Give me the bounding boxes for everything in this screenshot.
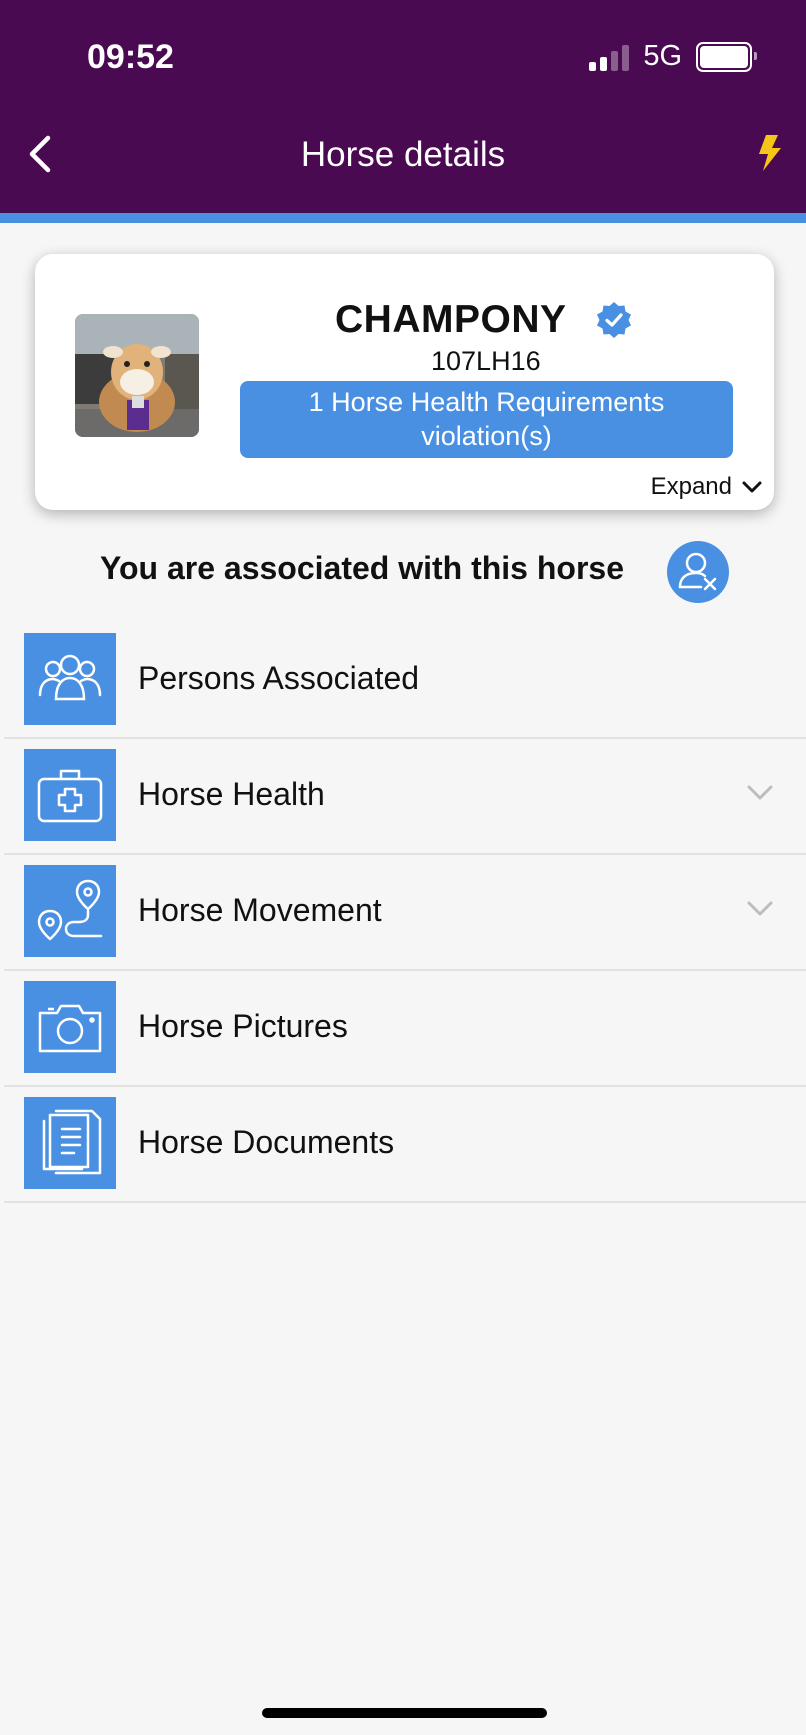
- horse-id: 107LH16: [431, 346, 541, 376]
- horse-photo[interactable]: [75, 314, 199, 437]
- menu-item-label: Horse Pictures: [138, 1008, 348, 1044]
- menu-item-horse-pictures[interactable]: Horse Pictures: [4, 971, 806, 1087]
- menu-item-horse-health[interactable]: Horse Health: [4, 739, 806, 855]
- header-accent-strip: [0, 213, 806, 223]
- horse-menu: Persons Associated Horse Health Horse Mo…: [4, 623, 806, 1203]
- battery-icon: [696, 41, 757, 72]
- top-bar: 09:52 5G Horse details: [0, 0, 806, 213]
- status-time: 09:52: [87, 38, 174, 76]
- horse-name: CHAMPONY: [335, 298, 567, 341]
- chevron-down-icon: [747, 901, 773, 916]
- group-people-icon: [24, 633, 116, 725]
- menu-item-horse-documents[interactable]: Horse Documents: [4, 1087, 806, 1203]
- violation-text-line1: 1 Horse Health Requirements: [308, 387, 665, 417]
- menu-item-label: Horse Health: [138, 776, 325, 812]
- lightning-icon: [759, 135, 781, 171]
- menu-item-horse-movement[interactable]: Horse Movement: [4, 855, 806, 971]
- expand-label: Expand: [650, 473, 732, 500]
- association-status: You are associated with this horse: [100, 550, 624, 586]
- chevron-down-icon: [742, 481, 762, 493]
- horse-summary-card: CHAMPONY 107LH16 1 Horse Health Requirem…: [35, 254, 774, 510]
- route-pins-icon: [24, 865, 116, 957]
- page-title: Horse details: [300, 135, 506, 174]
- violation-banner[interactable]: 1 Horse Health Requirements violation(s): [240, 381, 733, 458]
- quick-action-button[interactable]: [754, 133, 784, 173]
- home-indicator[interactable]: [262, 1708, 547, 1718]
- violation-text-line2: violation(s): [421, 421, 552, 451]
- menu-item-label: Persons Associated: [138, 660, 420, 696]
- menu-item-label: Horse Movement: [138, 892, 382, 928]
- medical-kit-icon: [24, 749, 116, 841]
- menu-item-persons-associated[interactable]: Persons Associated: [4, 623, 806, 739]
- verified-badge-icon: [597, 302, 631, 338]
- network-type: 5G: [643, 40, 682, 72]
- status-indicators: 5G: [589, 40, 757, 73]
- menu-item-label: Horse Documents: [138, 1124, 395, 1160]
- expand-button[interactable]: Expand: [651, 473, 762, 501]
- remove-association-button[interactable]: [667, 541, 729, 603]
- camera-icon: [24, 981, 116, 1073]
- documents-icon: [24, 1097, 116, 1189]
- chevron-down-icon: [747, 785, 773, 800]
- remove-user-icon: [678, 552, 717, 591]
- cellular-signal-icon: [589, 43, 630, 71]
